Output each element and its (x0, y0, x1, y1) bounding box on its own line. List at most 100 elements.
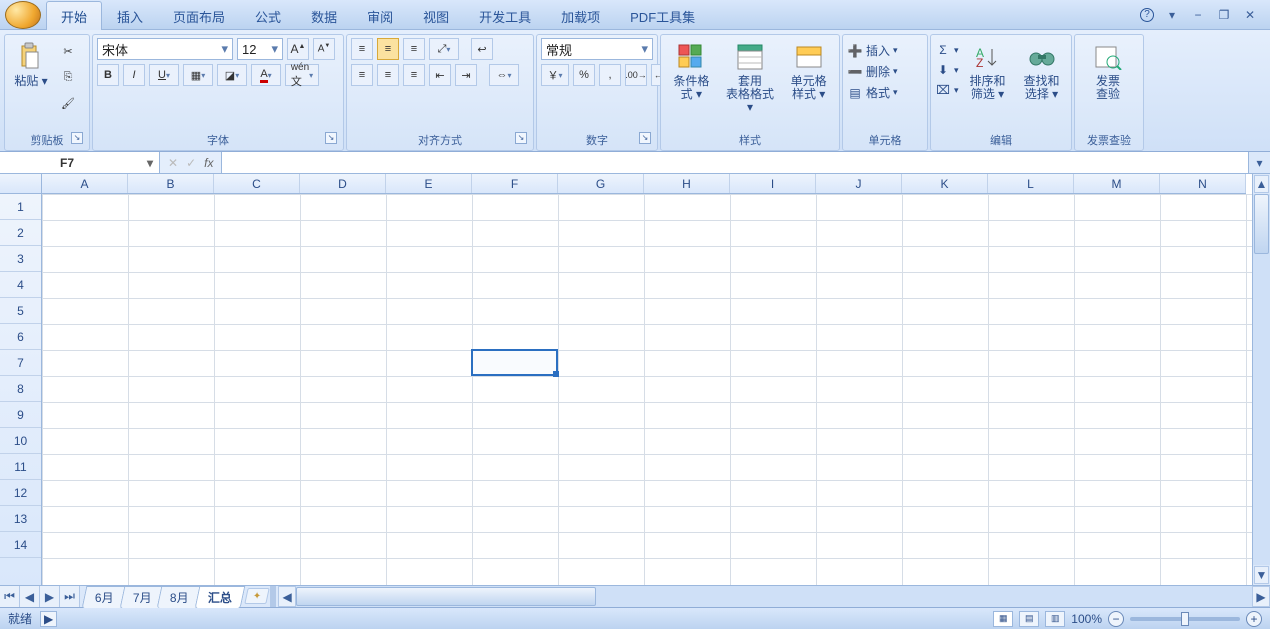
font-name-combo[interactable]: 宋体▾ (97, 38, 233, 60)
row-header-11[interactable]: 11 (0, 454, 41, 480)
insert-cells-button[interactable]: ➕插入 ▾ (847, 42, 898, 59)
fill-button[interactable]: ⬇▾ (935, 62, 959, 78)
minimize-ribbon-icon[interactable]: ▾ (1164, 8, 1180, 22)
sort-filter-button[interactable]: AZ 排序和 筛选 ▾ (963, 38, 1013, 104)
increase-decimal-button[interactable]: .00→ (625, 64, 647, 86)
border-button[interactable]: ▦▾ (183, 64, 213, 86)
col-header-N[interactable]: N (1160, 174, 1246, 193)
enter-formula-icon[interactable]: ✓ (186, 156, 196, 170)
vertical-scroll-thumb[interactable] (1254, 194, 1269, 254)
help-icon[interactable]: ? (1140, 8, 1154, 22)
format-painter-button[interactable]: 🖌 (57, 92, 79, 114)
vertical-scrollbar[interactable]: ▲ ▼ (1252, 174, 1270, 585)
fx-icon[interactable]: fx (204, 156, 213, 170)
row-header-8[interactable]: 8 (0, 376, 41, 402)
row-header-1[interactable]: 1 (0, 194, 41, 220)
clipboard-dialog-launcher[interactable]: ↘ (71, 132, 83, 144)
col-header-B[interactable]: B (128, 174, 214, 193)
tab-scroll-splitter[interactable] (270, 586, 276, 607)
prev-sheet-button[interactable]: ◀ (20, 586, 40, 607)
merge-center-button[interactable]: ⇔▾ (489, 64, 519, 86)
ribbon-tab-4[interactable]: 数据 (296, 1, 352, 30)
close-icon[interactable]: ✕ (1242, 8, 1258, 22)
underline-button[interactable]: U ▾ (149, 64, 179, 86)
paste-button[interactable]: 粘贴 ▾ (9, 38, 53, 91)
font-color-button[interactable]: A▾ (251, 64, 281, 86)
number-dialog-launcher[interactable]: ↘ (639, 132, 651, 144)
ribbon-tab-8[interactable]: 加载项 (546, 1, 615, 30)
scroll-right-icon[interactable]: ▶ (1252, 586, 1270, 607)
ribbon-tab-3[interactable]: 公式 (240, 1, 296, 30)
cut-button[interactable]: ✂ (57, 40, 79, 62)
row-header-9[interactable]: 9 (0, 402, 41, 428)
page-break-view-button[interactable]: ▥ (1045, 611, 1065, 627)
ribbon-tab-6[interactable]: 视图 (408, 1, 464, 30)
conditional-format-button[interactable]: 条件格式 ▾ (665, 38, 718, 104)
number-format-combo[interactable]: 常规▾ (541, 38, 653, 60)
ribbon-tab-9[interactable]: PDF工具集 (615, 1, 710, 30)
table-format-button[interactable]: 套用 表格格式 ▾ (722, 38, 779, 117)
ribbon-tab-1[interactable]: 插入 (102, 1, 158, 30)
bold-button[interactable]: B (97, 64, 119, 86)
col-header-D[interactable]: D (300, 174, 386, 193)
row-header-2[interactable]: 2 (0, 220, 41, 246)
delete-cells-button[interactable]: ➖删除 ▾ (847, 63, 898, 80)
last-sheet-button[interactable]: ⏭ (60, 586, 80, 607)
row-header-10[interactable]: 10 (0, 428, 41, 454)
phonetic-button[interactable]: wén文▾ (285, 64, 319, 86)
page-layout-view-button[interactable]: ▤ (1019, 611, 1039, 627)
ribbon-tab-7[interactable]: 开发工具 (464, 1, 546, 30)
col-header-K[interactable]: K (902, 174, 988, 193)
normal-view-button[interactable]: ▦ (993, 611, 1013, 627)
sheet-tab-3[interactable]: 汇总 (195, 586, 246, 608)
row-header-7[interactable]: 7 (0, 350, 41, 376)
expand-formula-bar[interactable]: ▾ (1248, 152, 1270, 173)
cancel-formula-icon[interactable]: ✕ (168, 156, 178, 170)
col-header-M[interactable]: M (1074, 174, 1160, 193)
horizontal-scroll-thumb[interactable] (296, 587, 596, 606)
align-middle-button[interactable]: ≡ (377, 38, 399, 60)
align-center-button[interactable]: ≡ (377, 64, 399, 86)
row-header-4[interactable]: 4 (0, 272, 41, 298)
increase-font-button[interactable]: A▲ (287, 38, 309, 60)
col-header-L[interactable]: L (988, 174, 1074, 193)
fill-color-button[interactable]: ◪▾ (217, 64, 247, 86)
restore-icon[interactable]: ❐ (1216, 8, 1232, 22)
col-header-H[interactable]: H (644, 174, 730, 193)
ribbon-tab-0[interactable]: 开始 (46, 1, 102, 30)
italic-button[interactable]: I (123, 64, 145, 86)
format-cells-button[interactable]: ▤格式 ▾ (847, 84, 898, 101)
align-top-button[interactable]: ≡ (351, 38, 373, 60)
wrap-text-button[interactable]: ↩ (471, 38, 493, 60)
align-left-button[interactable]: ≡ (351, 64, 373, 86)
next-sheet-button[interactable]: ▶ (40, 586, 60, 607)
clear-button[interactable]: ⌧▾ (935, 82, 959, 98)
accounting-format-button[interactable]: ￥▾ (541, 64, 569, 86)
first-sheet-button[interactable]: ⏮ (0, 586, 20, 607)
new-sheet-button[interactable]: ✦ (244, 588, 269, 604)
comma-button[interactable]: , (599, 64, 621, 86)
cell-grid[interactable] (42, 194, 1252, 585)
row-header-14[interactable]: 14 (0, 532, 41, 558)
font-size-combo[interactable]: 12▾ (237, 38, 283, 60)
zoom-knob[interactable] (1181, 612, 1189, 626)
row-header-13[interactable]: 13 (0, 506, 41, 532)
zoom-slider[interactable] (1130, 617, 1240, 621)
row-header-5[interactable]: 5 (0, 298, 41, 324)
align-dialog-launcher[interactable]: ↘ (515, 132, 527, 144)
zoom-out-button[interactable]: − (1108, 611, 1124, 627)
row-header-6[interactable]: 6 (0, 324, 41, 350)
autosum-button[interactable]: Σ▾ (935, 42, 959, 58)
font-dialog-launcher[interactable]: ↘ (325, 132, 337, 144)
col-header-A[interactable]: A (42, 174, 128, 193)
select-all-corner[interactable] (0, 174, 42, 194)
zoom-value[interactable]: 100% (1071, 612, 1102, 626)
decrease-font-button[interactable]: A▼ (313, 38, 335, 60)
ribbon-tab-2[interactable]: 页面布局 (158, 1, 240, 30)
col-header-F[interactable]: F (472, 174, 558, 193)
percent-button[interactable]: % (573, 64, 595, 86)
col-header-I[interactable]: I (730, 174, 816, 193)
name-box[interactable]: F7 ▾ (0, 152, 160, 173)
formula-input[interactable] (221, 152, 1248, 173)
invoice-check-button[interactable]: 发票 查验 (1079, 38, 1137, 104)
